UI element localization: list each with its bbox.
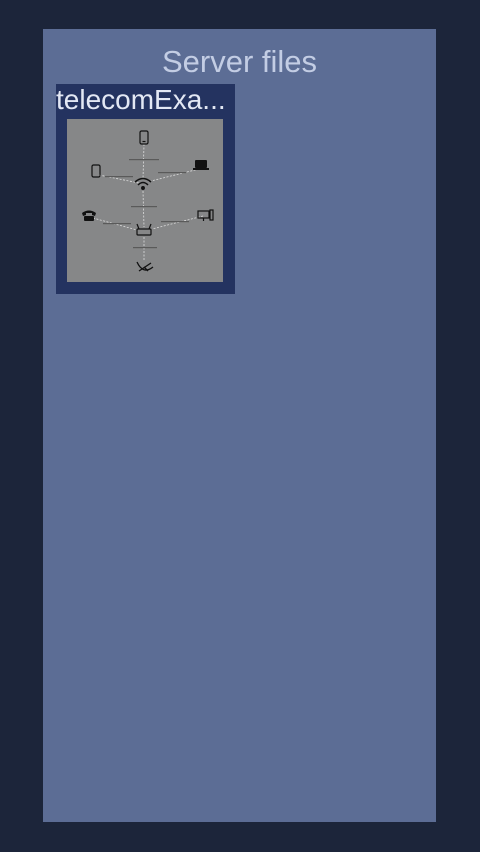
satellite-dish-icon xyxy=(136,261,154,272)
file-tile[interactable]: telecomExa... xyxy=(56,84,235,294)
router-icon xyxy=(136,223,152,236)
file-name: telecomExa... xyxy=(56,84,226,115)
tablet-icon xyxy=(91,164,101,178)
server-files-panel: Server files telecomExa... xyxy=(43,29,436,822)
laptop-icon xyxy=(193,160,209,170)
network-diagram-thumbnail xyxy=(67,119,223,282)
phone-icon xyxy=(139,130,149,145)
telephone-icon xyxy=(82,210,96,221)
network-diagram-icon xyxy=(82,130,214,272)
desktop-icon xyxy=(197,209,214,221)
wifi-icon xyxy=(134,177,152,190)
panel-title: Server files xyxy=(161,44,318,79)
